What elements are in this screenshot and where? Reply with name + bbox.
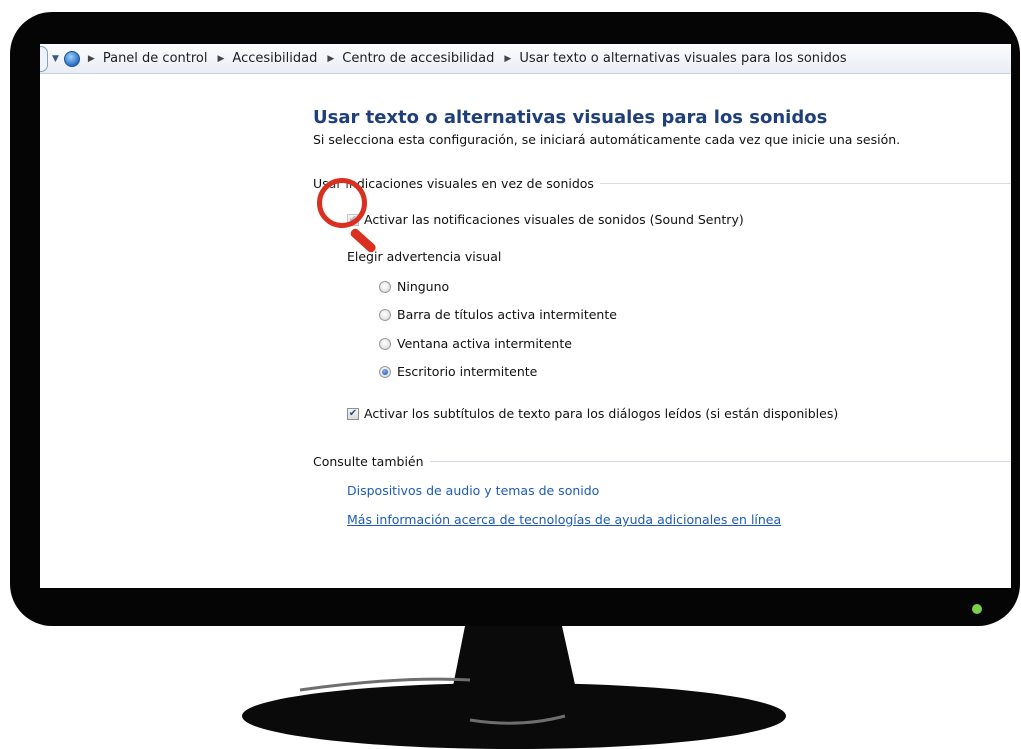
radio-label[interactable]: Ventana activa intermitente [397,336,572,351]
chevron-right-icon[interactable]: ▶ [327,54,334,64]
captions-checkbox[interactable]: ✔ [347,407,359,420]
radio-row-ninguno[interactable]: Ninguno [379,279,449,294]
captions-label[interactable]: Activar los subtítulos de texto para los… [364,406,838,421]
divider [429,461,1011,462]
address-bar[interactable]: ▼ ▶ Panel de control ▶ Accesibilidad ▶ C… [40,44,1011,74]
radio-title-bar[interactable] [379,308,391,321]
main-content: Usar texto o alternativas visuales para … [313,106,1011,527]
more-info-link[interactable]: Más información acerca de tecnologías de… [347,512,781,527]
link-audio-devices[interactable]: Dispositivos de audio y temas de sonido [347,483,599,498]
radio-label[interactable]: Escritorio intermitente [397,364,537,379]
breadcrumb-centro-accesibilidad[interactable]: Centro de accesibilidad [342,51,494,66]
radio-label[interactable]: Ninguno [397,279,449,294]
breadcrumb-panel-de-control[interactable]: Panel de control [103,51,208,66]
power-led-icon [972,604,982,614]
radio-row-desktop[interactable]: Escritorio intermitente [379,364,537,379]
sound-sentry-checkbox-row[interactable]: ✔ Activar las notificaciones visuales de… [347,212,744,227]
page-subtitle: Si selecciona esta configuración, se ini… [313,132,901,147]
section-see-also: Consulte también [313,454,1011,469]
page-title: Usar texto o alternativas visuales para … [313,107,828,128]
radio-label[interactable]: Barra de títulos activa intermitente [397,307,617,322]
captions-checkbox-row[interactable]: ✔ Activar los subtítulos de texto para l… [347,406,838,421]
monitor-frame: ▼ ▶ Panel de control ▶ Accesibilidad ▶ C… [10,12,1020,626]
chevron-right-icon[interactable]: ▶ [218,54,225,64]
control-panel-icon [63,50,80,67]
dropdown-arrow-icon[interactable]: ▼ [52,54,59,64]
radio-active-window[interactable] [379,337,391,350]
chevron-right-icon[interactable]: ▶ [88,54,95,64]
divider [599,183,1011,184]
radio-desktop[interactable] [379,365,391,378]
sound-sentry-label[interactable]: Activar las notificaciones visuales de s… [364,212,744,227]
back-button[interactable] [40,45,48,72]
radio-ninguno[interactable] [379,280,391,293]
screen: ▼ ▶ Panel de control ▶ Accesibilidad ▶ C… [40,44,1011,588]
magnifier-icon [317,178,367,228]
breadcrumb-current-page[interactable]: Usar texto o alternativas visuales para … [519,51,846,66]
audio-devices-link[interactable]: Dispositivos de audio y temas de sonido [347,483,599,498]
section-heading: Consulte también [313,454,424,469]
radio-row-title-bar[interactable]: Barra de títulos activa intermitente [379,307,617,322]
link-more-info[interactable]: Más información acerca de tecnologías de… [347,512,781,527]
chevron-right-icon[interactable]: ▶ [504,54,511,64]
radio-row-active-window[interactable]: Ventana activa intermitente [379,336,572,351]
section-visual-indications: Usar indicaciones visuales en vez de son… [313,176,1011,191]
breadcrumb-accesibilidad[interactable]: Accesibilidad [232,51,317,66]
